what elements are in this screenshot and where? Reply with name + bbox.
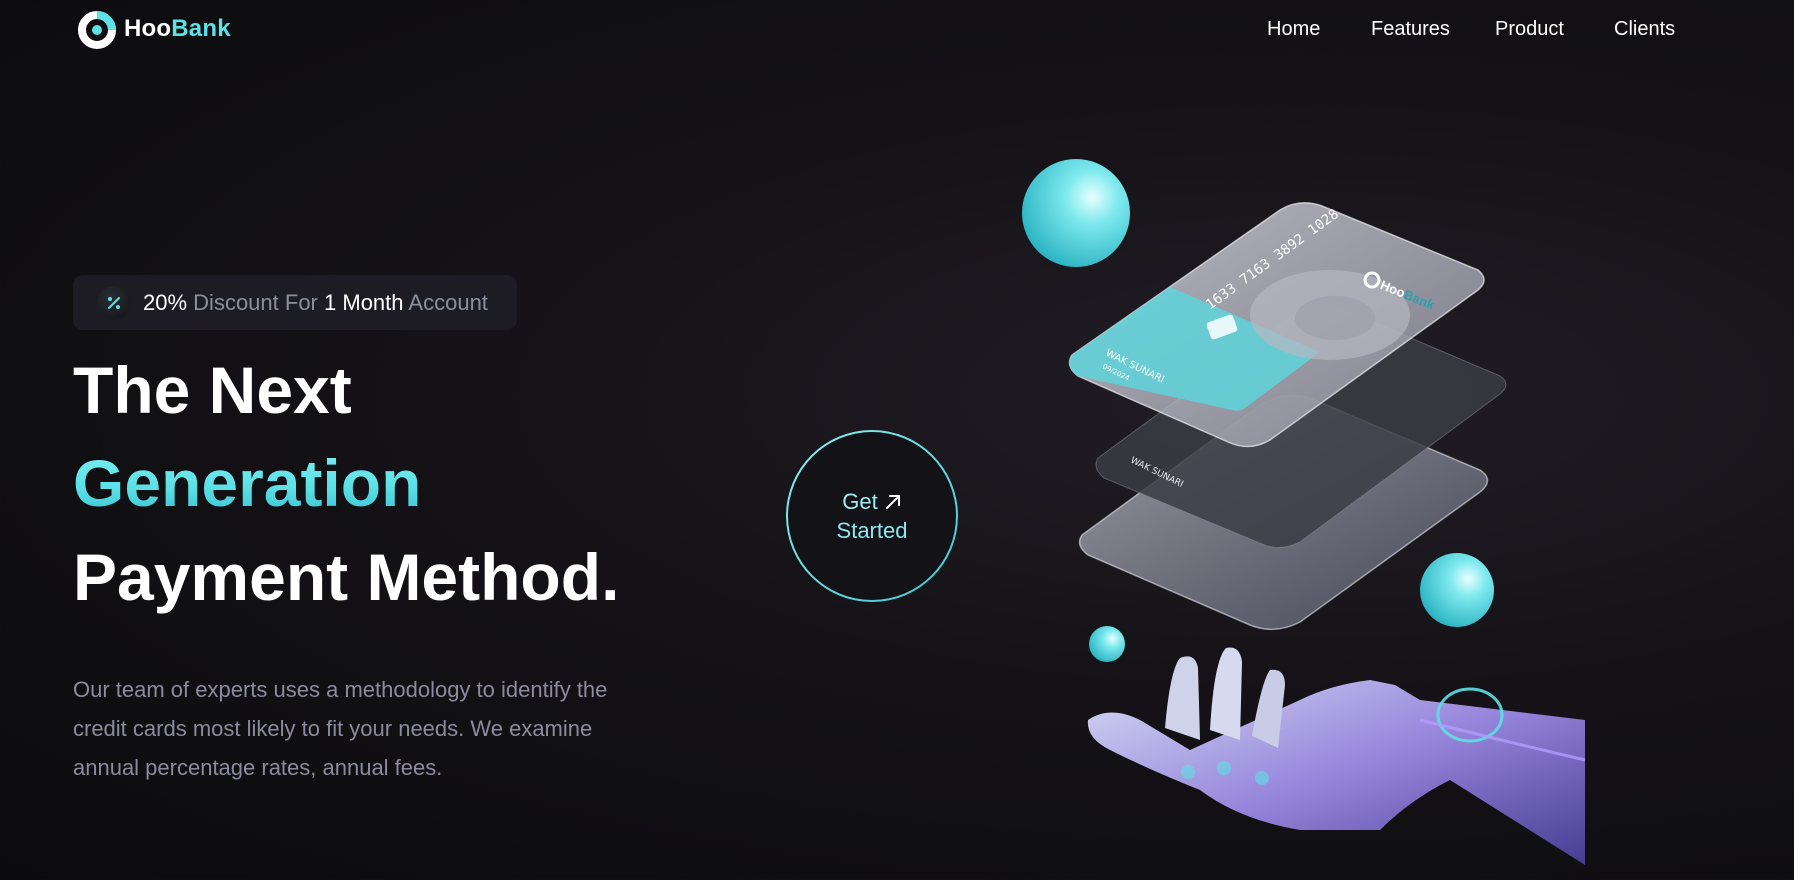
nav-item-clients[interactable]: Clients	[1614, 18, 1675, 41]
top-navbar: HooBank Home Features Product Clients	[0, 0, 1794, 62]
hero-illustration: WAK SUNARI 1633 7163 3892 1028 WAK SUNAR…	[1022, 159, 1586, 865]
discount-text: 20% Discount For 1 Month Account	[143, 290, 488, 316]
discount-duration: 1 Month	[324, 289, 404, 315]
discount-percent-icon	[97, 285, 131, 320]
sphere-large	[1022, 159, 1130, 267]
hero-heading-line1: The Next	[73, 353, 352, 427]
get-started-inner: Get Started	[788, 432, 956, 600]
nav-item-product[interactable]: Product	[1495, 18, 1564, 41]
hero-description: Our team of experts uses a methodology t…	[73, 677, 608, 780]
nav-item-home[interactable]: Home	[1267, 18, 1320, 41]
discount-account: Account	[408, 289, 488, 315]
robot-hand	[1087, 647, 1586, 865]
arrow-up-right-icon	[885, 494, 900, 509]
hero-heading-line2: Generation	[73, 443, 421, 523]
main-nav: Home Features Product Clients	[0, 18, 1794, 44]
nav-item-features[interactable]: Features	[1371, 18, 1450, 41]
get-started-button[interactable]: Get Started	[786, 430, 958, 602]
get-started-row: Get	[842, 487, 901, 516]
sphere-small	[1089, 626, 1125, 662]
hero-heading-line3: Payment Method.	[73, 540, 620, 614]
discount-badge: 20% Discount For 1 Month Account	[73, 275, 517, 330]
get-started-label-2: Started	[836, 518, 908, 543]
sphere-right	[1420, 553, 1494, 627]
get-started-label-1: Get	[842, 489, 878, 514]
discount-label: Discount For	[193, 289, 318, 315]
discount-percent: 20%	[143, 289, 188, 315]
